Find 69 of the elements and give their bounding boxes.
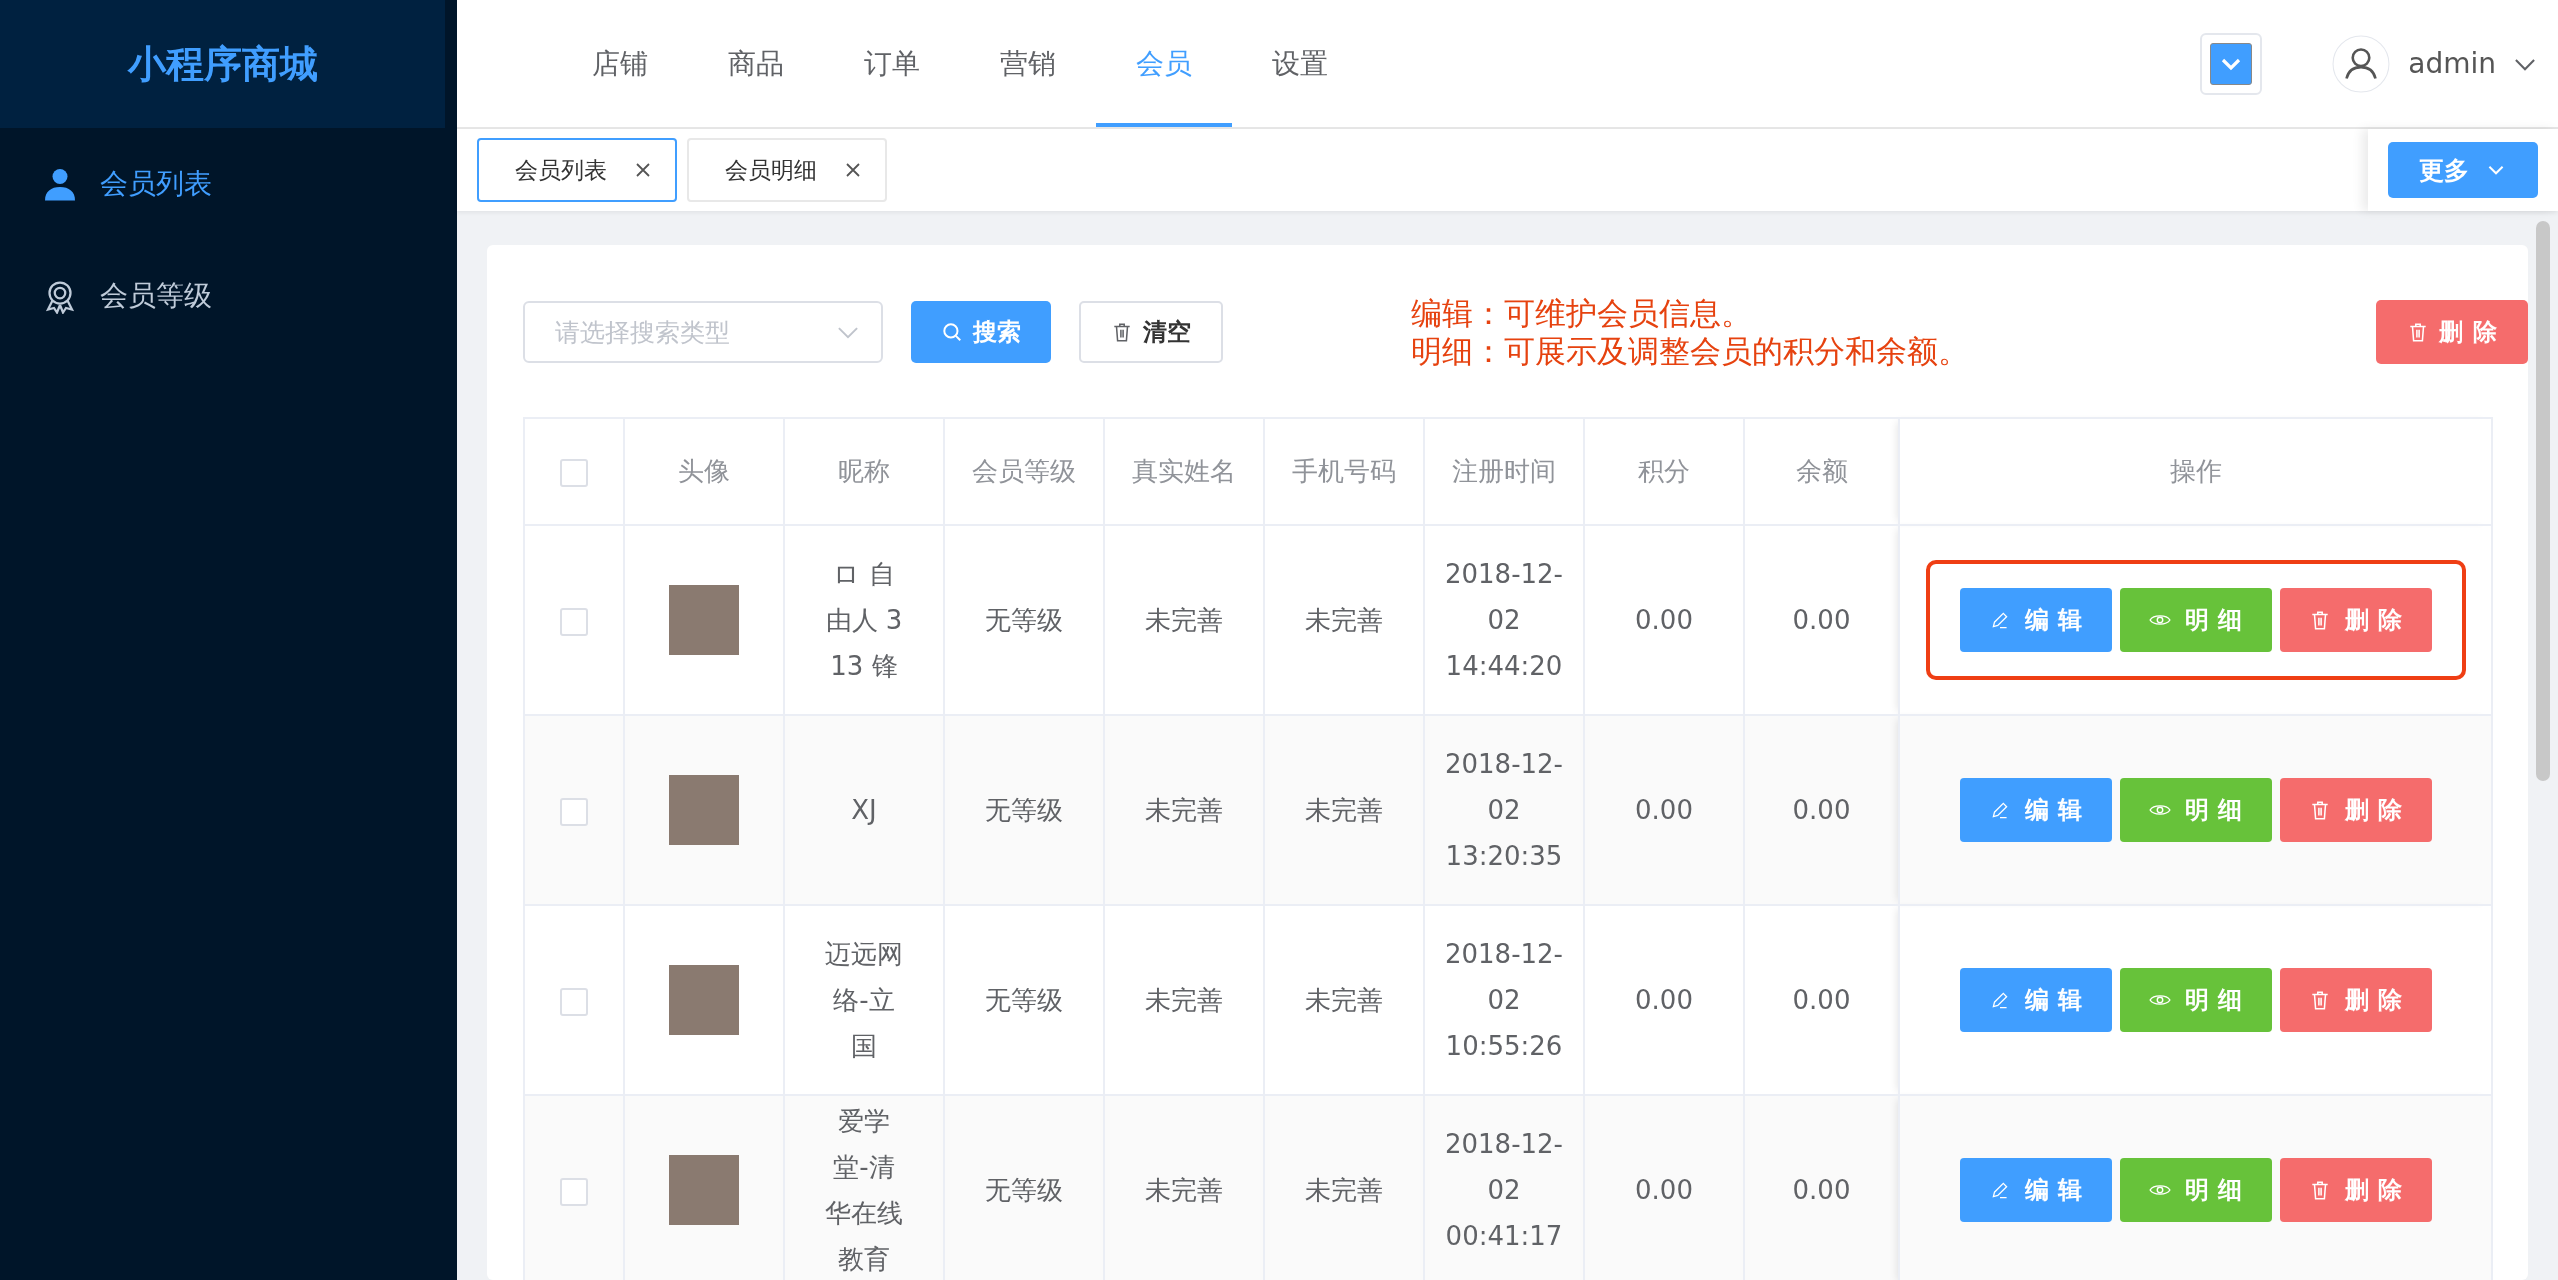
nav-tab[interactable]: 商品	[688, 0, 824, 127]
edit-button[interactable]: 编辑	[1959, 1158, 2112, 1222]
clear-button[interactable]: 清空	[1079, 301, 1223, 363]
table-cell: 未完善	[1104, 715, 1264, 905]
trash-icon	[1111, 321, 1133, 343]
edit-button[interactable]: 编辑	[1959, 588, 2112, 652]
column-header: 操作	[1899, 418, 2492, 525]
photo-placeholder	[669, 1155, 739, 1225]
column-header: 真实姓名	[1104, 418, 1264, 525]
scrollbar[interactable]	[2536, 221, 2550, 781]
nav-tab[interactable]: 营销	[960, 0, 1096, 127]
delete-button[interactable]: 删除	[2279, 968, 2432, 1032]
photo-placeholder	[669, 965, 739, 1035]
nav-tab[interactable]: 设置	[1232, 0, 1368, 127]
user-name[interactable]: admin	[2408, 47, 2496, 80]
table-cell: 爱学堂-清华在线教育	[784, 1095, 944, 1280]
column-header: 会员等级	[944, 418, 1104, 525]
row-checkbox[interactable]	[560, 987, 588, 1016]
column-header: 头像	[624, 418, 784, 525]
detail-button[interactable]: 明细	[2119, 1158, 2272, 1222]
sidebar-item[interactable]: 会员等级	[0, 240, 457, 352]
table-cell: 未完善	[1104, 1095, 1264, 1280]
delete-button[interactable]: 删除	[2279, 1158, 2432, 1222]
app-logo: 小程序商城	[0, 0, 445, 128]
photo-placeholder	[669, 775, 739, 845]
page-tab[interactable]: 会员明细	[687, 138, 887, 202]
annotation-note: 编辑：可维护会员信息。	[1411, 294, 1753, 332]
select-all-checkbox[interactable]	[560, 458, 588, 487]
avatar-icon[interactable]	[2332, 34, 2391, 93]
page-tab[interactable]: 会员列表	[477, 138, 677, 202]
table-cell: 0.00	[1584, 1095, 1744, 1280]
photo-placeholder	[669, 585, 739, 655]
detail-button[interactable]: 明细	[2119, 968, 2272, 1032]
table-cell: 0.00	[1584, 715, 1744, 905]
delete-button[interactable]: 删除	[2279, 588, 2432, 652]
row-checkbox[interactable]	[560, 1177, 588, 1206]
delete-button[interactable]: 删除	[2376, 300, 2528, 364]
table-cell: 2018-12-02 13:20:35	[1424, 715, 1584, 905]
sidebar-item[interactable]: 会员列表	[0, 128, 457, 240]
table-cell: 未完善	[1264, 1095, 1424, 1280]
chevron-down-icon	[2210, 42, 2253, 85]
row-checkbox[interactable]	[560, 797, 588, 826]
table-cell: 无等级	[944, 715, 1104, 905]
column-header: 昵称	[784, 418, 944, 525]
table-cell: 未完善	[1264, 715, 1424, 905]
annotation-note: 明细：可展示及调整会员的积分和余额。	[1411, 332, 1969, 370]
table-cell: XJ	[784, 715, 944, 905]
theme-picker[interactable]	[2200, 32, 2263, 95]
edit-button[interactable]: 编辑	[1959, 968, 2112, 1032]
row-checkbox[interactable]	[560, 607, 588, 636]
column-header: 手机号码	[1264, 418, 1424, 525]
search-type-select[interactable]: 请选择搜索类型	[523, 301, 883, 363]
column-header: 积分	[1584, 418, 1744, 525]
edit-button[interactable]: 编辑	[1959, 778, 2112, 842]
column-header: 余额	[1744, 418, 1899, 525]
nav-tab[interactable]: 店铺	[552, 0, 688, 127]
search-icon	[941, 321, 963, 343]
user-icon	[42, 166, 78, 202]
detail-button[interactable]: 明细	[2119, 588, 2272, 652]
table-cell: 2018-12-02 00:41:17	[1424, 1095, 1584, 1280]
table-cell: 0.00	[1744, 715, 1899, 905]
delete-button[interactable]: 删除	[2279, 778, 2432, 842]
more-button[interactable]: 更多	[2388, 142, 2538, 198]
detail-button[interactable]: 明细	[2119, 778, 2272, 842]
column-header: 注册时间	[1424, 418, 1584, 525]
nav-tab[interactable]: 订单	[824, 0, 960, 127]
search-button[interactable]: 搜索	[911, 301, 1051, 363]
table-cell: 0.00	[1744, 1095, 1899, 1280]
table-cell: 无等级	[944, 1095, 1104, 1280]
